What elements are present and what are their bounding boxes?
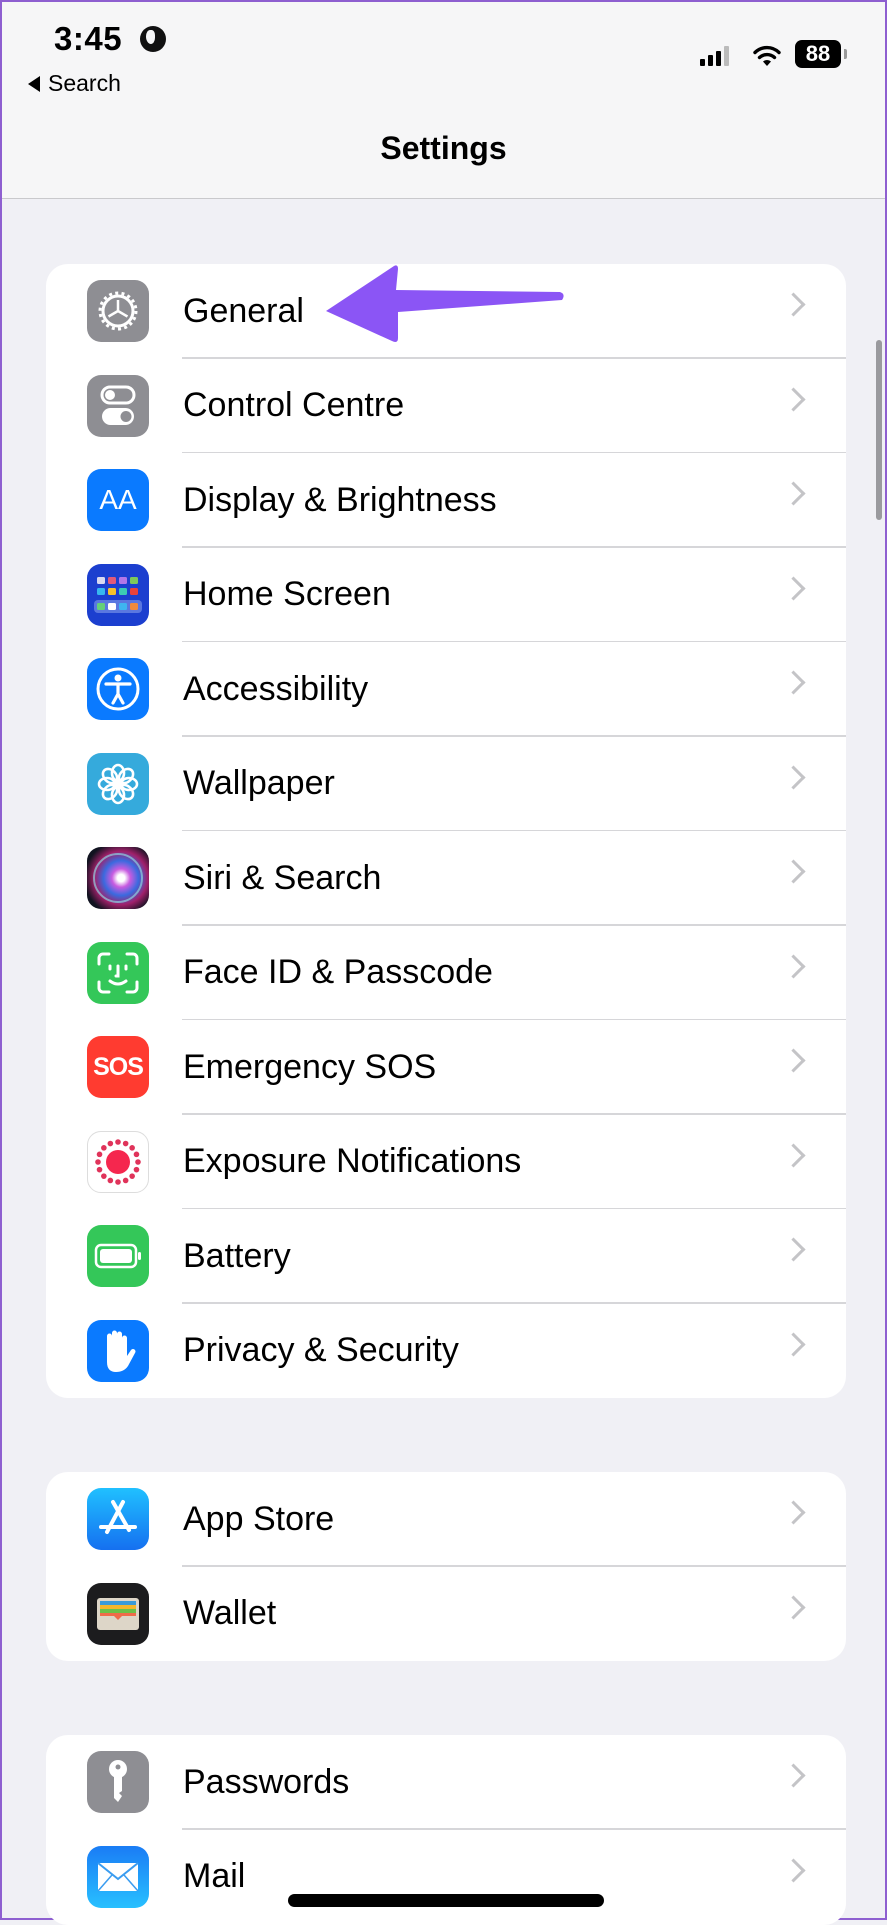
chevron-right-icon [781, 953, 806, 979]
chevron-right-icon [781, 292, 806, 317]
home-indicator[interactable] [288, 1894, 604, 1907]
settings-item-label: Face ID & Passcode [183, 953, 493, 992]
settings-item-accessibility[interactable]: Accessibility [46, 642, 846, 737]
wifi-icon [753, 45, 781, 66]
status-bar: 3:45 Search 88 Settings [2, 2, 885, 199]
chevron-right-icon [781, 386, 806, 412]
app-grid-icon [87, 563, 149, 626]
chevron-right-icon [781, 481, 806, 506]
settings-item-mail[interactable]: Mail [46, 1830, 846, 1925]
wallet-icon [87, 1582, 149, 1645]
chevron-right-icon [781, 1237, 806, 1262]
settings-item-label: Accessibility [183, 669, 369, 708]
settings-group-device: General Control Centre AA Display & Brig… [46, 264, 846, 1398]
face-id-icon [87, 941, 149, 1004]
chevron-right-icon [781, 1331, 806, 1357]
battery-icon [87, 1225, 149, 1287]
mail-icon [87, 1845, 149, 1908]
page-title: Settings [380, 130, 507, 166]
settings-item-label: Home Screen [183, 575, 391, 614]
chevron-right-icon [781, 670, 806, 695]
chevron-right-icon [781, 1048, 806, 1073]
gear-icon [87, 280, 149, 342]
sos-icon: SOS [87, 1036, 149, 1098]
flower-icon [87, 752, 149, 815]
toggles-icon [87, 374, 149, 437]
settings-item-wallpaper[interactable]: Wallpaper [46, 737, 846, 831]
clock: 3:45 [54, 20, 123, 57]
siri-icon [87, 847, 149, 909]
globe-icon [140, 26, 166, 52]
settings-item-control-centre[interactable]: Control Centre [46, 359, 846, 453]
key-icon [87, 1751, 149, 1813]
settings-item-label: Battery [183, 1236, 291, 1275]
back-label: Search [48, 70, 121, 96]
exposure-icon [87, 1130, 149, 1193]
settings-item-privacy-security[interactable]: Privacy & Security [46, 1304, 846, 1399]
annotation-arrow-icon [326, 265, 564, 342]
settings-item-home-screen[interactable]: Home Screen [46, 548, 846, 642]
chevron-right-icon [781, 575, 806, 601]
settings-item-emergency-sos[interactable]: SOS Emergency SOS [46, 1020, 846, 1115]
cellular-signal-icon [700, 46, 729, 66]
text-size-icon: AA [87, 469, 149, 531]
settings-item-display-brightness[interactable]: AA Display & Brightness [46, 453, 846, 548]
settings-item-label: Wallet [183, 1594, 277, 1633]
settings-item-face-id-passcode[interactable]: Face ID & Passcode [46, 926, 846, 1020]
back-to-search-button[interactable]: Search [28, 70, 121, 97]
chevron-right-icon [781, 1594, 806, 1620]
settings-item-label: Siri & Search [183, 858, 382, 897]
settings-item-label: Wallpaper [183, 764, 335, 803]
settings-group-store: App Store Wallet [46, 1472, 846, 1661]
chevron-right-icon [781, 859, 806, 884]
chevron-right-icon [781, 1142, 806, 1168]
settings-item-app-store[interactable]: App Store [46, 1472, 846, 1567]
settings-item-label: Mail [183, 1857, 246, 1896]
settings-item-siri-search[interactable]: Siri & Search [46, 831, 846, 926]
settings-item-label: App Store [183, 1499, 335, 1538]
settings-item-label: Display & Brightness [183, 480, 497, 519]
chevron-right-icon [781, 1857, 806, 1883]
settings-item-wallet[interactable]: Wallet [46, 1567, 846, 1662]
settings-item-label: Exposure Notifications [183, 1142, 522, 1181]
accessibility-icon [87, 658, 149, 720]
settings-item-label: Control Centre [183, 386, 405, 425]
chevron-right-icon [781, 1763, 806, 1788]
app-store-icon [87, 1488, 149, 1550]
hand-icon [87, 1319, 149, 1382]
settings-item-label: Passwords [183, 1762, 350, 1801]
chevron-right-icon [781, 764, 806, 790]
chevron-right-icon [781, 1500, 806, 1525]
battery-indicator: 88 [795, 40, 847, 68]
settings-item-label: General [183, 291, 304, 330]
scrollbar[interactable] [876, 340, 882, 520]
settings-item-exposure-notifications[interactable]: Exposure Notifications [46, 1115, 846, 1209]
settings-item-label: Privacy & Security [183, 1331, 459, 1370]
settings-item-passwords[interactable]: Passwords [46, 1735, 846, 1830]
settings-item-label: Emergency SOS [183, 1047, 437, 1086]
back-triangle-icon [28, 75, 40, 92]
settings-item-battery[interactable]: Battery [46, 1209, 846, 1304]
